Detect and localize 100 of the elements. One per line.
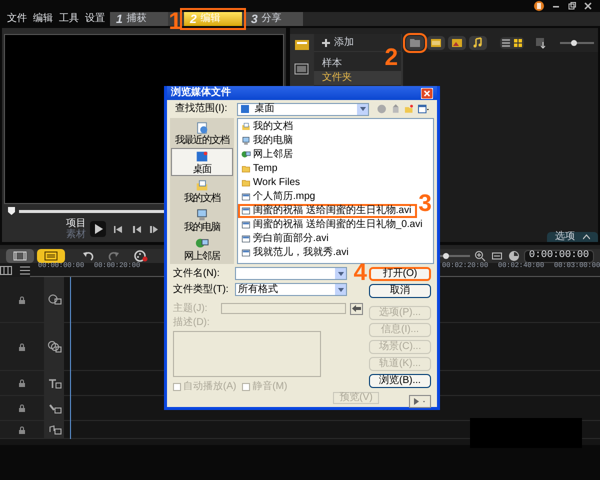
file-item[interactable]: 我的文档 [238, 120, 299, 134]
play-icon[interactable] [90, 221, 106, 237]
file-item[interactable]: Temp [238, 162, 284, 176]
category-item[interactable]: 文件夹 [314, 71, 401, 85]
media-icon[interactable] [294, 38, 310, 52]
options-button[interactable]: 选项 [547, 232, 598, 242]
music-icon [46, 423, 62, 436]
file-item[interactable]: 闺蜜的祝福 送给闺蜜的生日礼物_0.avi [238, 218, 428, 232]
look-in-dropdown[interactable]: 桌面 [237, 102, 370, 116]
step-number: 4 [354, 261, 367, 285]
file-item[interactable]: 我的电脑 [238, 134, 299, 148]
plus-icon [322, 38, 330, 46]
fit-icon[interactable] [490, 250, 503, 262]
lock-icon[interactable] [18, 296, 26, 304]
mode-label[interactable]: 项目 [66, 218, 86, 228]
lock-icon[interactable] [18, 404, 26, 412]
checkbox: 静音(M) [242, 382, 288, 392]
places-item[interactable]: 我的文档 [171, 177, 233, 205]
music-note-icon [471, 36, 485, 50]
computer-icon [241, 136, 251, 146]
restore-icon[interactable] [568, 2, 576, 10]
video-file-icon [241, 220, 251, 230]
file-type-label: 文件类型(T): [173, 284, 230, 294]
lock-icon[interactable] [18, 426, 26, 434]
timeline-icon [42, 249, 60, 263]
step-number: 1 [168, 10, 182, 34]
file-type-dropdown[interactable]: 所有格式 [235, 283, 347, 296]
filter-button[interactable] [448, 36, 466, 50]
thumbnail-view-icon[interactable] [512, 37, 524, 49]
step-number: 3 [418, 192, 432, 216]
dropdown-arrow-icon [338, 272, 344, 276]
places-item[interactable]: 我的电脑 [171, 206, 233, 234]
next-frame-icon[interactable] [149, 224, 160, 234]
desktop-icon [195, 150, 209, 164]
zoom-in-icon[interactable] [474, 250, 486, 262]
folder-icon [408, 36, 422, 50]
film-reel-icon [46, 293, 62, 306]
dropdown-arrow-icon [338, 288, 344, 292]
lock-icon[interactable] [18, 342, 26, 350]
menu-item[interactable]: 文件 [4, 14, 30, 24]
file-item[interactable]: 旁白前面部分.avi [238, 232, 335, 246]
folder-document-icon [195, 178, 209, 192]
dialog-button[interactable]: 浏览(B)... [369, 374, 431, 388]
close-icon[interactable] [584, 2, 592, 10]
computer-icon [195, 208, 209, 222]
dialog-title: 浏览媒体文件 [171, 88, 231, 98]
film-reel-record-icon[interactable] [134, 250, 148, 262]
timeline-view-button[interactable] [37, 249, 65, 263]
filter-button[interactable] [406, 36, 424, 50]
clock-icon[interactable] [508, 250, 520, 262]
subject-button[interactable] [350, 302, 363, 314]
places-item[interactable]: 我最近的文档 [171, 119, 233, 147]
file-item[interactable]: 我就范儿，我就秀.avi [238, 246, 355, 260]
scrub-handle[interactable] [8, 207, 15, 215]
film-reels-icon [46, 340, 62, 353]
checkbox: 自动播放(A) [173, 382, 236, 392]
view-menu-icon[interactable] [418, 104, 430, 114]
list-view-icon[interactable] [500, 37, 512, 49]
file-name-field[interactable] [235, 267, 347, 280]
file-item[interactable]: Work Files [238, 176, 306, 190]
menu-item[interactable]: 编辑 [30, 14, 56, 24]
folder-document-icon [241, 122, 251, 132]
file-item[interactable]: 网上邻居 [238, 148, 299, 162]
list-icon[interactable] [20, 266, 30, 274]
play-icon [413, 398, 427, 405]
timecode-field[interactable]: 0:00:00:00 [524, 250, 594, 262]
play-dropdown-button[interactable] [409, 395, 431, 408]
slider-thumb[interactable] [443, 253, 450, 259]
skip-start-icon[interactable] [113, 224, 124, 234]
previous-frame-icon[interactable] [131, 224, 142, 234]
redo-icon[interactable] [108, 250, 120, 262]
dialog-button[interactable]: 取消 [369, 284, 431, 298]
lock-icon[interactable] [18, 379, 26, 387]
slider-thumb[interactable] [571, 40, 578, 46]
subject-label: 主题(J): [173, 304, 208, 314]
filter-button[interactable] [469, 36, 487, 50]
image-icon [450, 36, 464, 50]
grid-icon[interactable] [0, 266, 12, 274]
arrow-icon [352, 305, 361, 312]
sort-icon[interactable] [535, 37, 547, 49]
file-item[interactable]: 个人简历.mpg [238, 190, 322, 204]
places-item[interactable]: 网上邻居 [171, 235, 233, 263]
places-item[interactable]: 桌面 [171, 148, 233, 176]
filter-button[interactable] [427, 36, 445, 50]
menu-item[interactable]: 工具 [56, 14, 82, 24]
film-icon[interactable] [294, 62, 310, 76]
step-tab[interactable]: 3 分享 [245, 12, 303, 26]
file-item[interactable]: 闺蜜的祝福 送给闺蜜的生日礼物.avi [238, 204, 418, 218]
step-tab[interactable]: 1 捕获 [110, 12, 168, 26]
globe-computer-icon [195, 236, 209, 250]
storyboard-icon [11, 249, 29, 263]
menu-item[interactable]: 设置 [82, 14, 108, 24]
storyboard-view-button[interactable] [6, 249, 34, 263]
video-file-icon [241, 206, 251, 216]
undo-icon[interactable] [82, 250, 94, 262]
look-in-label: 查找范围(I): [175, 104, 228, 114]
new-folder-icon[interactable] [404, 104, 414, 114]
video-file-icon [241, 248, 251, 258]
dialog-button[interactable]: 打开(O) [369, 267, 431, 281]
dropdown-arrow-icon [360, 107, 366, 111]
